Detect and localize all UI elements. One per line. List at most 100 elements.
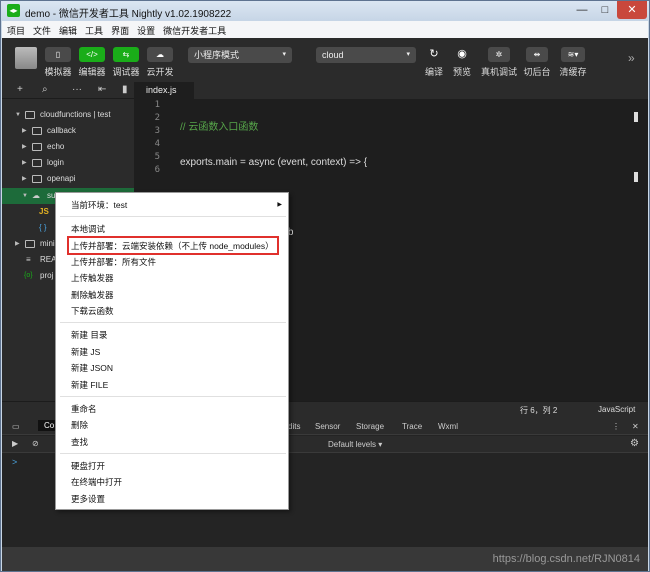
menu-wechat-devtools[interactable]: 微信开发者工具 — [158, 21, 229, 37]
more-vert-icon[interactable]: ⋮ — [612, 422, 620, 431]
simulator-button[interactable]: ▯ 模拟器 — [42, 47, 74, 78]
layout-icon[interactable]: ▮ — [122, 84, 128, 95]
compile-label: 编译 — [424, 67, 443, 77]
tab-wxml[interactable]: Wxml — [438, 422, 458, 431]
menu-project[interactable]: 项目 — [2, 21, 28, 37]
collapse-icon[interactable]: ⇤ — [98, 84, 106, 95]
devtools-icon[interactable]: ▭ — [12, 422, 20, 431]
tree-item-openapi[interactable]: ▶ openapi — [2, 171, 134, 187]
chevron-down-icon: ▾ — [282, 51, 286, 58]
tab-audits[interactable]: dits — [288, 422, 300, 431]
tab-storage[interactable]: Storage — [356, 422, 384, 431]
menu-item-more-settings[interactable]: 更多设置 — [56, 491, 288, 507]
menu-tools[interactable]: 工具 — [80, 21, 106, 37]
layers-icon: ≋▾ — [561, 47, 585, 62]
menu-edit[interactable]: 编辑 — [54, 21, 80, 37]
menu-item-delete-trigger[interactable]: 删除触发器 — [56, 287, 288, 303]
log-levels-select[interactable]: Default levels ▾ — [328, 440, 382, 449]
tree-item-label: openapi — [47, 174, 76, 183]
background-button[interactable]: ⇹ 切后台 — [522, 47, 552, 78]
preview-button[interactable]: ◉ 预览 — [448, 47, 476, 78]
submenu-arrow-icon: ▶ — [277, 202, 282, 208]
menu-item-open-disk[interactable]: 硬盘打开 — [56, 458, 288, 474]
tree-item-label: proj — [40, 271, 54, 280]
tab-index-js[interactable]: index.js — [134, 82, 194, 99]
menu-item-download-function[interactable]: 下载云函数 — [56, 303, 288, 319]
tab-trace[interactable]: Trace — [402, 422, 422, 431]
compile-select-value: cloud — [322, 50, 344, 60]
simulator-label: 模拟器 — [44, 67, 72, 77]
clear-cache-label: 清缓存 — [559, 67, 587, 77]
app-window: ◂▸ demo - 微信开发者工具 Nightly v1.02.1908222 … — [0, 0, 650, 572]
folder-icon — [32, 143, 42, 151]
expand-icon[interactable]: » — [628, 51, 635, 65]
toolbar: ▯ 模拟器 </> 编辑器 ⇆ 调试器 ☁ 云开发 小程序模式 ▾ cloud … — [2, 38, 648, 82]
language-mode[interactable]: JavaScript — [598, 405, 635, 414]
debug-icon: ⇆ — [113, 47, 139, 62]
menu-item-current-env[interactable]: 当前环境：test ▶ — [56, 197, 288, 213]
search-icon[interactable]: ⌕ — [42, 84, 48, 95]
bottom-bar: https://blog.csdn.net/RJN0814 — [2, 547, 648, 571]
editor-label: 编辑器 — [78, 67, 106, 77]
menu-item-upload-all[interactable]: 上传并部署：所有文件 — [56, 254, 288, 270]
mode-select[interactable]: 小程序模式 ▾ — [188, 47, 292, 63]
editor-button[interactable]: </> 编辑器 — [76, 47, 108, 78]
menu-item-delete[interactable]: 删除 — [56, 417, 288, 433]
cloud-label: 云开发 — [146, 67, 174, 77]
more-icon[interactable]: ··· — [72, 84, 82, 95]
menu-item-new-json[interactable]: 新建 JSON — [56, 360, 288, 376]
compile-button[interactable]: ↻ 编译 — [420, 47, 448, 78]
phone-icon: ▯ — [45, 47, 71, 62]
sidebar-toggle-icon[interactable]: ▶ — [12, 439, 18, 448]
menu-item-new-js[interactable]: 新建 JS — [56, 344, 288, 360]
tree-item-login[interactable]: ▶ login — [2, 155, 134, 171]
menu-item-new-dir[interactable]: 新建 目录 — [56, 327, 288, 343]
tree-root[interactable]: ▼ cloudfunctions | test — [2, 107, 134, 123]
menu-file[interactable]: 文件 — [28, 21, 54, 37]
tree-item-callback[interactable]: ▶ callback — [2, 123, 134, 139]
doc-icon: ≡ — [26, 255, 31, 264]
editor-tab-bar: index.js — [134, 82, 648, 99]
app-logo-icon: ◂▸ — [7, 4, 20, 17]
minimize-button[interactable]: — — [571, 1, 593, 19]
title-bar: ◂▸ demo - 微信开发者工具 Nightly v1.02.1908222 … — [1, 1, 649, 21]
line-number: 6 — [154, 165, 160, 175]
menu-item-label: 当前环境：test — [71, 200, 128, 210]
menu-item-local-debug[interactable]: 本地调试 — [56, 221, 288, 237]
clear-console-icon[interactable]: ⊘ — [32, 439, 39, 448]
folder-icon — [25, 240, 35, 248]
line-number: 1 — [154, 100, 160, 110]
menu-item-upload-trigger[interactable]: 上传触发器 — [56, 270, 288, 286]
menu-item-new-file[interactable]: 新建 FILE — [56, 377, 288, 393]
menu-view[interactable]: 界面 — [106, 21, 132, 37]
menu-settings[interactable]: 设置 — [132, 21, 158, 37]
close-button[interactable]: ✕ — [617, 1, 647, 19]
close-icon[interactable]: ✕ — [632, 422, 639, 431]
menu-item-rename[interactable]: 重命名 — [56, 401, 288, 417]
tree-item-echo[interactable]: ▶ echo — [2, 139, 134, 155]
switch-icon: ⇹ — [526, 47, 548, 62]
cloud-icon: ☁ — [147, 47, 173, 62]
watermark: https://blog.csdn.net/RJN0814 — [492, 553, 640, 565]
maximize-button[interactable]: □ — [594, 1, 616, 19]
menu-divider — [60, 216, 286, 217]
add-icon[interactable]: + — [17, 84, 23, 95]
tree-item-label: REA — [40, 255, 57, 264]
debugger-label: 调试器 — [112, 67, 140, 77]
clear-cache-button[interactable]: ≋▾ 清缓存 — [556, 47, 590, 78]
menu-item-find[interactable]: 查找 — [56, 434, 288, 450]
line-number: 3 — [154, 126, 160, 136]
gear-icon[interactable]: ⚙ — [630, 438, 639, 449]
menu-item-open-terminal[interactable]: 在终端中打开 — [56, 474, 288, 490]
mode-select-value: 小程序模式 — [194, 50, 240, 60]
real-device-debug-button[interactable]: ✲ 真机调试 — [480, 47, 518, 78]
console-prompt[interactable]: > — [12, 457, 17, 467]
refresh-icon: ↻ — [429, 48, 439, 60]
menu-divider — [60, 322, 286, 323]
tab-sensor[interactable]: Sensor — [315, 422, 340, 431]
debugger-button[interactable]: ⇆ 调试器 — [110, 47, 142, 78]
window-title: demo - 微信开发者工具 Nightly v1.02.1908222 — [25, 9, 232, 20]
compile-mode-select[interactable]: cloud ▾ — [316, 47, 416, 63]
avatar[interactable] — [15, 47, 37, 69]
cloud-dev-button[interactable]: ☁ 云开发 — [144, 47, 176, 78]
